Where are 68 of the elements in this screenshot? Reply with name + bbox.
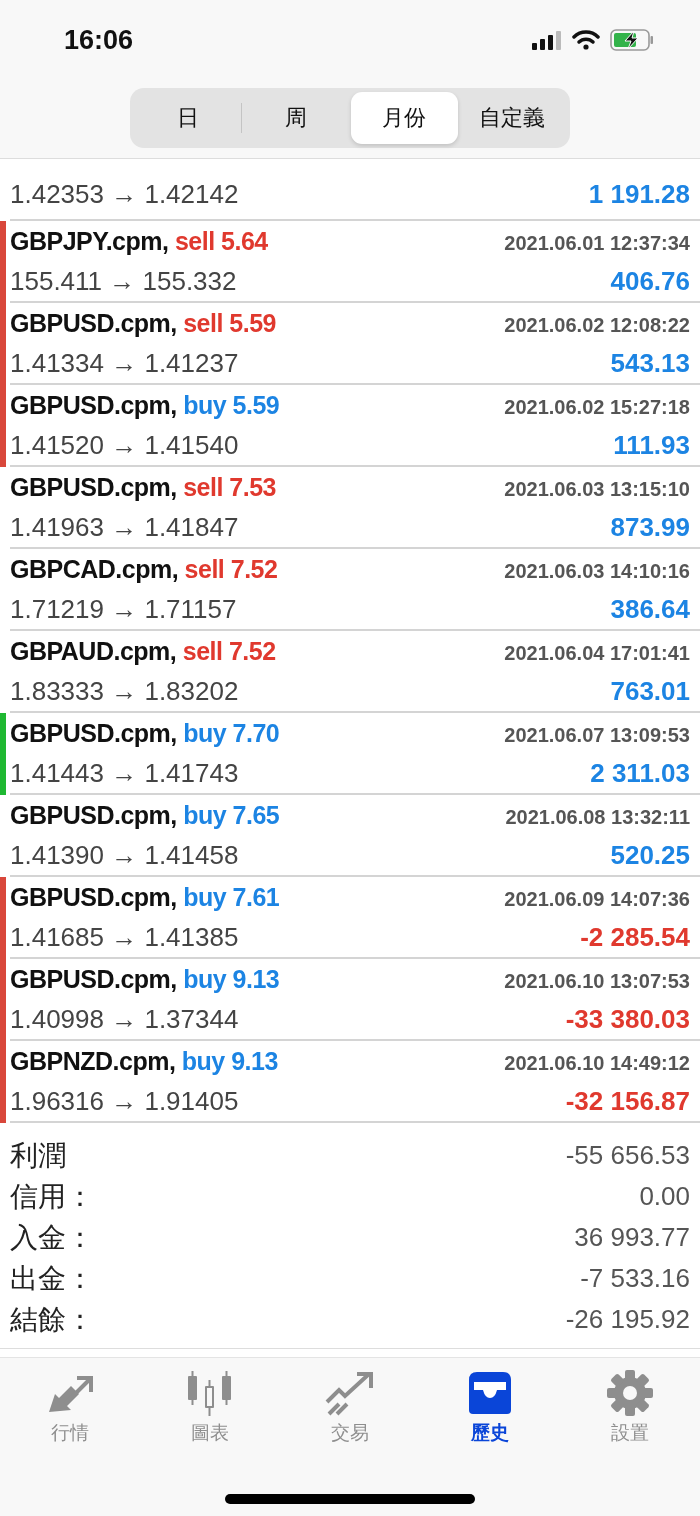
order-time: 2021.06.03 14:10:16	[504, 559, 690, 584]
order-time: 2021.06.10 14:49:12	[504, 1051, 690, 1076]
price-range: 1.41520 → 1.41540	[10, 429, 239, 462]
summary-value: 36 993.77	[574, 1222, 690, 1253]
profit-value: 873.99	[610, 511, 690, 544]
price-range: 155.411 → 155.332	[10, 265, 237, 298]
order-title: GBPUSD.cpm, buy 7.70	[10, 718, 280, 749]
profit-value: 1 191.28	[588, 178, 690, 211]
price-range: 1.41685 → 1.41385	[10, 921, 239, 954]
price-range: 1.41334 → 1.41237	[10, 347, 239, 380]
price-range: 1.41390 → 1.41458	[10, 839, 239, 872]
summary-label: 入金：	[10, 1220, 94, 1255]
price-range: 1.40998 → 1.37344	[10, 1003, 239, 1036]
order-time: 2021.06.02 12:08:22	[504, 313, 690, 338]
signal-icon	[532, 30, 562, 50]
battery-charging-icon	[610, 29, 654, 51]
period-tab[interactable]: 日	[134, 92, 242, 144]
order-time: 2021.06.02 15:27:18	[504, 395, 690, 420]
order-title: GBPUSD.cpm, buy 7.61	[10, 882, 280, 913]
summary-value: 0.00	[639, 1181, 690, 1212]
order-time: 2021.06.10 13:07:53	[504, 969, 690, 994]
order-time: 2021.06.01 12:37:34	[504, 231, 690, 256]
price-range: 1.41443 → 1.41743	[10, 757, 239, 790]
order-title: GBPUSD.cpm, buy 5.59	[10, 390, 280, 421]
order-title: GBPAUD.cpm, sell 7.52	[10, 636, 276, 667]
price-range: 1.41963 → 1.41847	[10, 511, 239, 544]
settings-icon	[605, 1370, 655, 1416]
profit-value: 386.64	[610, 593, 690, 626]
price-range: 1.71219 → 1.71157	[10, 593, 237, 626]
tab-bar-item[interactable]: 歷史	[420, 1370, 560, 1446]
profit-value: 543.13	[610, 347, 690, 380]
home-indicator[interactable]	[225, 1494, 475, 1504]
profit-value: 406.76	[610, 265, 690, 298]
price-range: 1.96316 → 1.91405	[10, 1085, 239, 1118]
order-time: 2021.06.04 17:01:41	[504, 641, 690, 666]
profit-value: -2 285.54	[580, 921, 690, 954]
order-title: GBPUSD.cpm, sell 5.59	[10, 308, 276, 339]
order-time: 2021.06.07 13:09:53	[504, 723, 690, 748]
clock-time: 16:06	[64, 24, 134, 56]
price-range: 1.83333 → 1.83202	[10, 675, 239, 708]
order-title: GBPUSD.cpm, buy 7.65	[10, 800, 280, 831]
period-tab[interactable]: 月份	[350, 92, 458, 144]
trend-icon	[325, 1370, 375, 1416]
period-tab[interactable]: 自定義	[458, 92, 566, 144]
profit-value: -32 156.87	[565, 1085, 690, 1118]
profit-value: 111.93	[613, 429, 690, 462]
summary-label: 結餘：	[10, 1302, 94, 1337]
period-tab[interactable]: 周	[242, 92, 350, 144]
profit-value: 2 311.03	[590, 757, 690, 790]
price-range: 1.42353 → 1.42142	[10, 178, 239, 211]
summary-label: 利潤	[10, 1138, 66, 1173]
order-time: 2021.06.03 13:15:10	[504, 477, 690, 502]
summary-label: 信用：	[10, 1179, 94, 1214]
order-title: GBPUSD.cpm, buy 9.13	[10, 964, 280, 995]
wifi-icon	[572, 30, 600, 50]
order-time: 2021.06.09 14:07:36	[504, 887, 690, 912]
order-title: GBPCAD.cpm, sell 7.52	[10, 554, 278, 585]
summary-value: -26 195.92	[565, 1304, 690, 1335]
profit-value: -33 380.03	[565, 1003, 690, 1036]
summary-label: 出金：	[10, 1261, 94, 1296]
profit-value: 763.01	[610, 675, 690, 708]
order-title: GBPUSD.cpm, sell 7.53	[10, 472, 276, 503]
order-title: GBPJPY.cpm, sell 5.64	[10, 226, 268, 257]
order-time: 2021.06.08 13:32:11	[505, 805, 690, 830]
order-title: GBPNZD.cpm, buy 9.13	[10, 1046, 278, 1077]
summary-value: -55 656.53	[565, 1140, 690, 1171]
summary-value: -7 533.16	[580, 1263, 690, 1294]
profit-value: 520.25	[610, 839, 690, 872]
